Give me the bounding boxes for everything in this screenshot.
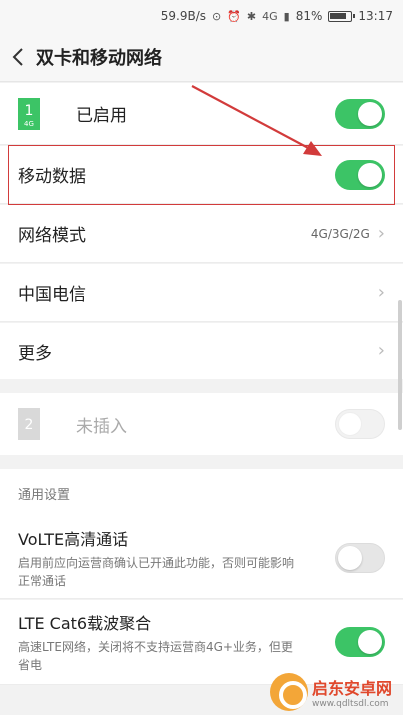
sim1-network: 4G xyxy=(24,120,34,128)
watermark-url: www.qdltsdl.com xyxy=(312,699,389,709)
lte-cat6-label: LTE Cat6载波聚合 xyxy=(18,614,152,633)
mobile-data-row[interactable]: 移动数据 xyxy=(0,146,403,204)
signal-icon: ▮ xyxy=(283,9,290,23)
sim2-number: 2 xyxy=(25,417,34,433)
lte-cat6-description: 高速LTE网络，关闭将不支持运营商4G+业务，但更省电 xyxy=(18,640,293,672)
network-mode-value: 4G/3G/2G xyxy=(310,226,370,241)
sim2-row: 2 未插入 xyxy=(0,393,403,455)
sim1-number: 1 xyxy=(25,103,34,119)
sim2-toggle xyxy=(335,409,385,439)
sim1-status: 已启用 xyxy=(76,106,127,126)
sim1-toggle[interactable] xyxy=(335,98,385,129)
scrollbar[interactable] xyxy=(398,300,402,430)
watermark: 启东安卓网 www.qdltsdl.com xyxy=(270,671,400,713)
carrier-row[interactable]: 中国电信 › xyxy=(0,264,403,322)
section-divider xyxy=(0,455,403,469)
app-header: 双卡和移动网络 xyxy=(0,32,403,82)
chevron-right-icon: › xyxy=(377,340,385,361)
watermark-logo-icon xyxy=(270,673,308,711)
volte-label: VoLTE高清通话 xyxy=(18,529,129,549)
general-settings-title: 通用设置 xyxy=(18,487,71,503)
network-mode-row[interactable]: 网络模式 4G/3G/2G › xyxy=(0,205,403,263)
network-speed: 59.9B/s xyxy=(160,9,206,23)
back-icon[interactable] xyxy=(0,47,36,67)
volte-toggle[interactable] xyxy=(335,542,385,573)
volte-description: 启用前应向运营商确认已开通此功能，否则可能影响正常通话 xyxy=(18,555,295,588)
carrier-label: 中国电信 xyxy=(18,285,86,305)
network-type-icon: 4G xyxy=(262,9,278,23)
location-icon: ⊙ xyxy=(212,9,222,23)
mobile-data-toggle[interactable] xyxy=(335,159,385,190)
clock: 13:17 xyxy=(358,9,393,23)
battery-icon xyxy=(328,10,356,22)
bluetooth-icon: ✱ xyxy=(246,9,257,23)
chevron-right-icon: › xyxy=(377,281,385,303)
chevron-right-icon: › xyxy=(377,222,385,244)
watermark-name: 启东安卓网 xyxy=(312,679,393,698)
sim2-icon: 2 xyxy=(18,408,40,440)
lte-cat6-toggle[interactable] xyxy=(335,627,385,657)
sim1-row: 1 4G 已启用 xyxy=(0,83,403,145)
sim2-status: 未插入 xyxy=(76,416,127,437)
volte-row[interactable]: VoLTE高清通话 启用前应向运营商确认已开通此功能，否则可能影响正常通话 xyxy=(0,517,403,599)
general-header-row: 通用设置 xyxy=(0,469,403,517)
section-divider xyxy=(0,379,403,393)
sim1-icon: 1 4G xyxy=(18,97,40,130)
network-mode-label: 网络模式 xyxy=(18,226,86,246)
mobile-data-label: 移动数据 xyxy=(18,167,86,187)
alarm-icon: ⏰ xyxy=(227,9,241,23)
status-bar: 59.9B/s ⊙ ⏰ ✱ 4G ▮ 81% 13:17 xyxy=(0,0,403,32)
more-label: 更多 xyxy=(18,343,52,364)
page-title: 双卡和移动网络 xyxy=(36,47,162,69)
battery-percent: 81% xyxy=(295,9,323,23)
more-row[interactable]: 更多 › xyxy=(0,323,403,379)
